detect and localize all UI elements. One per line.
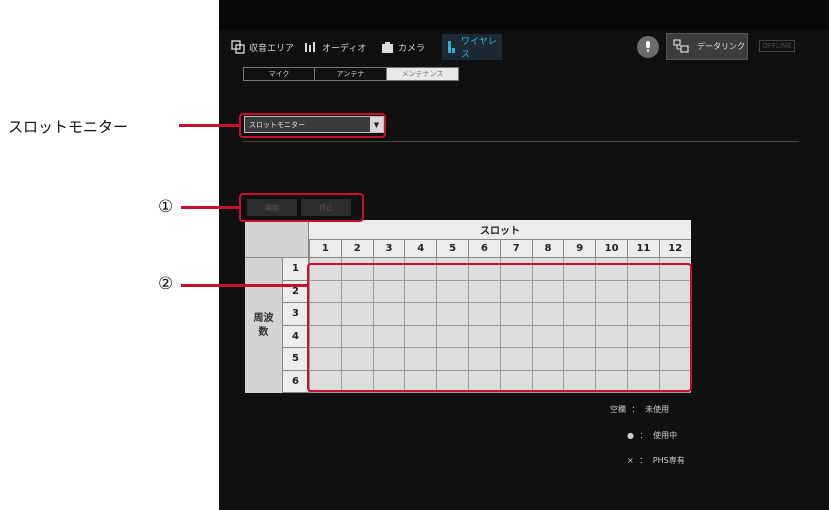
- microphone-button[interactable]: [637, 36, 659, 58]
- legend-in-use: ● ： 使用中: [627, 430, 677, 441]
- column-header: 2: [340, 240, 373, 258]
- tab-label: カメラ: [398, 43, 426, 54]
- legend-text: 使用中: [653, 431, 678, 440]
- column-header: 7: [499, 240, 532, 258]
- column-header: 10: [595, 240, 627, 258]
- subtab-mic[interactable]: マイク: [243, 67, 315, 81]
- subtab-antenna[interactable]: アンテナ: [315, 67, 387, 81]
- dropdown-callout-box: [239, 113, 386, 138]
- callout-2-line: [181, 284, 309, 287]
- callout-2-box: [307, 263, 692, 392]
- legend-separator: ：: [631, 405, 640, 414]
- column-header: 4: [404, 240, 437, 258]
- subtab-maintenance[interactable]: メンテナンス: [387, 67, 459, 81]
- dropdown-callout-label: スロットモニター: [8, 118, 129, 136]
- tab-wireless[interactable]: ワイヤレス: [442, 34, 502, 60]
- offline-badge: OFFLINE: [759, 40, 795, 52]
- slot-title: スロット: [309, 220, 691, 240]
- column-header: 8: [531, 240, 564, 258]
- tab-area[interactable]: 収音エリア: [231, 34, 294, 60]
- row-header: 3: [283, 303, 309, 326]
- row-header: 5: [283, 348, 309, 371]
- row-header: 4: [283, 325, 309, 348]
- frequency-label: 周波 数: [245, 258, 283, 393]
- column-header: 11: [627, 240, 659, 258]
- dropdown-callout-line: [179, 124, 240, 127]
- divider: [243, 141, 799, 142]
- frequency-label-text: 周波 数: [253, 312, 274, 338]
- legend-symbol: ●: [627, 431, 634, 440]
- callout-1-box: [239, 193, 364, 222]
- legend-text: 未使用: [645, 405, 670, 414]
- microphone-icon: [644, 38, 652, 57]
- audio-icon: [304, 41, 318, 53]
- callout-2-label: ②: [158, 274, 174, 294]
- wireless-icon: [447, 40, 457, 54]
- tab-camera[interactable]: カメラ: [381, 34, 425, 60]
- legend-phs: × ： PHS専有: [627, 455, 685, 466]
- column-header: 9: [563, 240, 596, 258]
- legend-separator: ：: [639, 431, 648, 440]
- column-header: 5: [436, 240, 468, 258]
- legend-text: PHS専有: [652, 456, 685, 465]
- legend-symbol: ×: [627, 456, 634, 465]
- legend-empty: 空欄 ： 未使用: [610, 404, 669, 415]
- datalink-icon: [673, 38, 689, 55]
- camera-icon: [381, 41, 394, 54]
- datalink-button[interactable]: データリンク: [666, 33, 748, 60]
- tab-label: 収音エリア: [249, 43, 295, 54]
- callout-1-label: ①: [158, 197, 174, 217]
- datalink-label: データリンク: [697, 42, 745, 51]
- column-header: 3: [372, 240, 405, 258]
- app-window: 収音エリア オーディオ カメラ ワイヤレス データリンク OFFLINE マイク…: [219, 0, 829, 510]
- tab-audio[interactable]: オーディオ: [304, 34, 366, 60]
- column-header: 6: [468, 240, 500, 258]
- legend-symbol: 空欄: [610, 405, 626, 414]
- callout-1-line: [181, 206, 240, 209]
- sub-tabs: マイク アンテナ メンテナンス: [243, 67, 459, 81]
- area-icon: [231, 40, 245, 54]
- legend-separator: ：: [639, 456, 648, 465]
- row-header: 6: [283, 370, 309, 393]
- grid-corner: [245, 220, 309, 258]
- column-header: 12: [658, 240, 691, 258]
- tab-label: オーディオ: [322, 43, 367, 54]
- tab-label: ワイヤレス: [461, 37, 497, 60]
- row-header: 1: [283, 258, 309, 281]
- column-header: 1: [309, 240, 341, 258]
- title-bar: [219, 0, 829, 30]
